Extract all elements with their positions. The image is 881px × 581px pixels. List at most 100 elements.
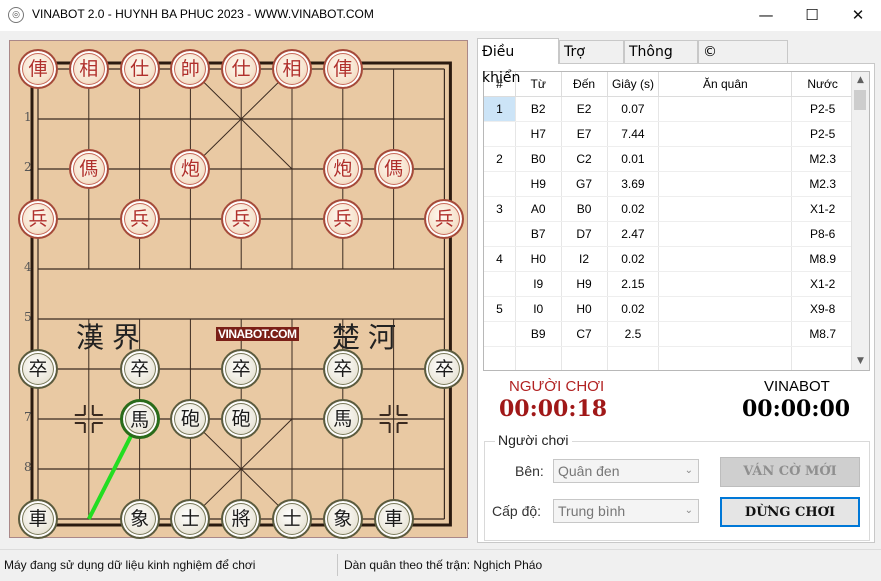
column-header[interactable]: Ăn quân bbox=[658, 72, 793, 97]
black-piece[interactable]: 將 bbox=[221, 499, 262, 539]
xiangqi-board[interactable]: 0 1 2 3 4 5 6 7 8 漢界 楚河 VINABOT.COM B I … bbox=[9, 40, 468, 581]
status-divider bbox=[337, 554, 338, 576]
window-title: VINABOT 2.0 - HUYNH BA PHUC 2023 - WWW.V… bbox=[32, 7, 374, 21]
side-label: Bên: bbox=[515, 463, 544, 479]
table-row[interactable]: I9 H9 2.15 X1-2 bbox=[484, 271, 854, 297]
board-watermark: VINABOT.COM bbox=[216, 327, 299, 341]
table-cell bbox=[658, 146, 793, 172]
black-piece[interactable]: 卒 bbox=[221, 349, 262, 389]
red-piece[interactable]: 俥 bbox=[18, 49, 58, 89]
table-cell: 0.02 bbox=[607, 296, 660, 322]
table-cell: D7 bbox=[561, 221, 608, 247]
red-piece[interactable]: 兵 bbox=[221, 199, 262, 239]
table-row[interactable]: 1 B2 E2 0.07 P2-5 bbox=[484, 96, 854, 122]
table-cell: 0.02 bbox=[607, 246, 660, 272]
minimize-button[interactable]: — bbox=[743, 0, 789, 31]
black-piece[interactable]: 象 bbox=[119, 499, 160, 539]
board-grid bbox=[30, 61, 452, 527]
black-piece[interactable]: 砲 bbox=[221, 399, 262, 439]
rank-label: 5 bbox=[24, 310, 32, 324]
black-piece[interactable]: 象 bbox=[322, 499, 363, 539]
red-piece[interactable]: 傌 bbox=[373, 149, 414, 189]
maximize-button[interactable]: ☐ bbox=[789, 0, 835, 31]
scroll-thumb[interactable] bbox=[854, 90, 866, 110]
table-cell: 0.02 bbox=[607, 196, 660, 222]
chevron-down-icon: ⌄ bbox=[684, 465, 693, 476]
red-piece[interactable]: 仕 bbox=[221, 49, 262, 89]
side-select[interactable]: Quân đen ⌄ bbox=[553, 459, 699, 483]
table-cell bbox=[658, 171, 793, 197]
red-piece[interactable]: 相 bbox=[272, 49, 312, 89]
red-piece[interactable]: 炮 bbox=[322, 149, 363, 189]
black-piece[interactable]: 馬 bbox=[322, 399, 363, 439]
black-piece[interactable]: 卒 bbox=[119, 349, 160, 389]
column-header[interactable]: Từ bbox=[515, 72, 562, 97]
tab-help[interactable]: Trợ giúp bbox=[559, 40, 624, 82]
column-header[interactable]: Giây (s) bbox=[607, 72, 660, 97]
tab-info[interactable]: Thông tin bbox=[624, 40, 698, 82]
table-row-empty bbox=[484, 346, 854, 370]
black-piece[interactable]: 卒 bbox=[18, 349, 58, 389]
table-cell bbox=[484, 271, 516, 297]
table-row[interactable]: 2 B0 C2 0.01 M2.3 bbox=[484, 146, 854, 172]
black-piece[interactable]: 車 bbox=[18, 499, 58, 539]
black-piece[interactable]: 士 bbox=[272, 499, 312, 539]
column-header[interactable]: Nước bbox=[791, 72, 854, 97]
table-cell: 3 bbox=[484, 196, 516, 222]
scroll-down-icon[interactable]: ▼ bbox=[852, 353, 869, 370]
moves-grid[interactable]: # Từ Đến Giây (s) Ăn quân Nước 1B2E20.07… bbox=[483, 71, 870, 371]
red-piece[interactable]: 兵 bbox=[322, 199, 363, 239]
table-cell: B2 bbox=[515, 96, 562, 122]
red-piece[interactable]: 仕 bbox=[119, 49, 160, 89]
table-row[interactable]: B9 C7 2.5 M8.7 bbox=[484, 321, 854, 347]
red-piece[interactable]: 兵 bbox=[18, 199, 58, 239]
table-cell: B0 bbox=[561, 196, 608, 222]
table-row[interactable]: 3 A0 B0 0.02 X1-2 bbox=[484, 196, 854, 222]
table-cell: C2 bbox=[561, 146, 608, 172]
close-button[interactable]: ✕ bbox=[835, 0, 881, 31]
table-cell: 2.47 bbox=[607, 221, 660, 247]
level-select-value: Trung bình bbox=[558, 503, 626, 519]
table-row[interactable]: H7 E7 7.44 P2-5 bbox=[484, 121, 854, 147]
black-piece[interactable]: 馬 bbox=[119, 399, 160, 439]
table-cell: 2 bbox=[484, 146, 516, 172]
tab-copyright[interactable]: © VINABOT bbox=[698, 40, 788, 82]
table-row[interactable]: H9 G7 3.69 M2.3 bbox=[484, 171, 854, 197]
table-cell: B7 bbox=[515, 221, 562, 247]
scroll-up-icon[interactable]: ▲ bbox=[852, 72, 869, 89]
black-piece[interactable]: 車 bbox=[373, 499, 414, 539]
app-logo-icon: ◎ bbox=[8, 7, 24, 23]
red-piece[interactable]: 相 bbox=[68, 49, 109, 89]
rank-label: 1 bbox=[24, 110, 32, 124]
table-cell: E2 bbox=[561, 96, 608, 122]
red-piece[interactable]: 俥 bbox=[322, 49, 363, 89]
group-title: Người chơi bbox=[495, 432, 572, 448]
moves-scrollbar[interactable]: ▲ ▼ bbox=[851, 72, 869, 370]
player-settings-group: Người chơi Bên: Quân đen ⌄ Cấp độ: Trung… bbox=[484, 432, 870, 541]
black-piece[interactable]: 卒 bbox=[322, 349, 363, 389]
table-cell bbox=[658, 121, 793, 147]
tab-control[interactable]: Điều khiển bbox=[477, 38, 559, 86]
stop-game-button[interactable]: DỪNG CHƠI bbox=[720, 497, 860, 527]
level-select[interactable]: Trung bình ⌄ bbox=[553, 499, 699, 523]
table-cell: 0.01 bbox=[607, 146, 660, 172]
table-cell: 1 bbox=[484, 96, 516, 122]
column-header[interactable]: Đến bbox=[561, 72, 608, 97]
table-cell: X9-8 bbox=[791, 296, 854, 322]
new-game-button[interactable]: VÁN CỜ MỚI bbox=[720, 457, 860, 487]
table-cell: 3.69 bbox=[607, 171, 660, 197]
red-piece[interactable]: 傌 bbox=[68, 149, 109, 189]
table-cell: I2 bbox=[561, 246, 608, 272]
table-row[interactable]: 5 I0 H0 0.02 X9-8 bbox=[484, 296, 854, 322]
red-piece[interactable]: 兵 bbox=[119, 199, 160, 239]
table-row[interactable]: B7 D7 2.47 P8-6 bbox=[484, 221, 854, 247]
table-cell: I9 bbox=[515, 271, 562, 297]
status-opening: Dàn quân theo thế trận: Nghịch Pháo bbox=[344, 558, 543, 572]
table-cell bbox=[658, 346, 793, 370]
table-row[interactable]: 4 H0 I2 0.02 M8.9 bbox=[484, 246, 854, 272]
table-cell: M8.7 bbox=[791, 321, 854, 347]
table-cell: P2-5 bbox=[791, 121, 854, 147]
table-cell: H9 bbox=[561, 271, 608, 297]
table-cell: H9 bbox=[515, 171, 562, 197]
table-cell: M8.9 bbox=[791, 246, 854, 272]
